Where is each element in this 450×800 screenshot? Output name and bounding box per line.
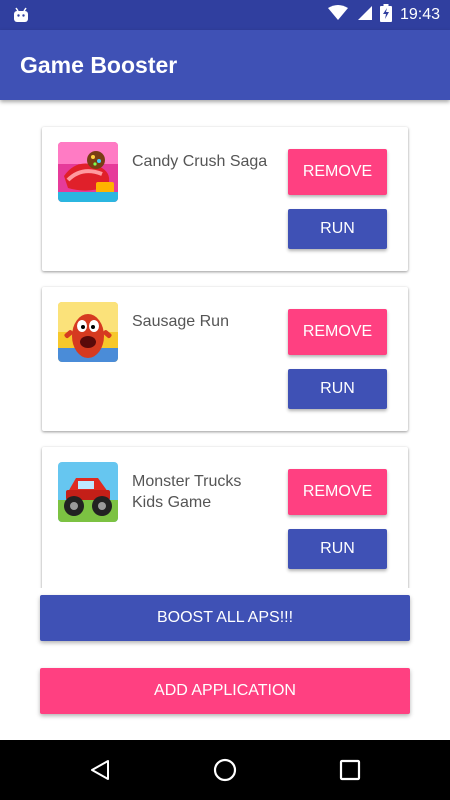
app-card: Candy Crush Saga REMOVE RUN [42, 127, 408, 271]
add-application-button[interactable]: ADD APPLICATION [40, 668, 410, 714]
boost-all-button[interactable]: BOOST ALL APS!!! [40, 595, 410, 641]
android-notification-icon [12, 6, 30, 29]
sausage-run-icon [58, 302, 118, 362]
clock: 19:43 [399, 6, 440, 23]
app-name: Candy Crush Saga [132, 153, 268, 170]
run-button[interactable]: RUN [288, 369, 387, 409]
app-card: Sausage Run REMOVE RUN [42, 287, 408, 431]
remove-button[interactable]: REMOVE [288, 469, 387, 515]
home-icon[interactable] [212, 757, 238, 788]
remove-button[interactable]: REMOVE [288, 309, 387, 355]
recents-icon[interactable] [339, 759, 361, 786]
run-button[interactable]: RUN [288, 529, 387, 569]
app-name: Sausage Run [132, 313, 229, 330]
wifi-icon [327, 4, 348, 26]
monster-trucks-icon [58, 462, 118, 522]
back-icon[interactable] [88, 758, 112, 787]
app-list[interactable]: Candy Crush Saga REMOVE RUN Sausage Run … [0, 110, 450, 588]
navigation-bar [0, 740, 450, 800]
app-name: Monster Trucks Kids Game [132, 473, 242, 511]
remove-button[interactable]: REMOVE [288, 149, 387, 195]
candy-crush-icon [58, 142, 118, 202]
run-button[interactable]: RUN [288, 209, 387, 249]
app-bar: Game Booster [0, 30, 450, 100]
page-title: Game Booster [20, 52, 178, 78]
battery-charging-icon [379, 3, 392, 27]
signal-icon [356, 5, 372, 26]
app-card: Monster Trucks Kids Game REMOVE RUN [42, 447, 408, 588]
status-bar: 19:43 [0, 0, 450, 30]
